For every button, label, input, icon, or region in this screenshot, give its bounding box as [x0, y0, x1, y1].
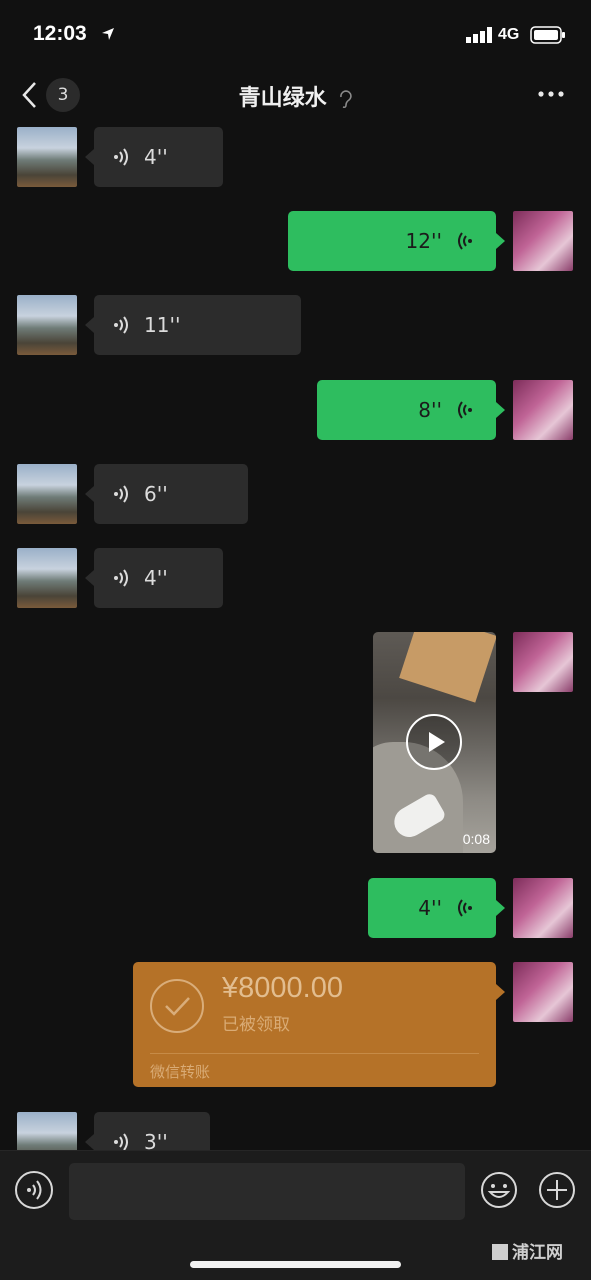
video-thumbnail-plate: [399, 632, 496, 703]
voice-wave-icon: [458, 899, 472, 917]
status-bar: 12:03 4G: [0, 0, 591, 70]
contact-avatar[interactable]: [17, 1112, 77, 1150]
voice-duration: 11'': [144, 313, 181, 337]
my-avatar[interactable]: [513, 878, 573, 938]
voice-wave-icon: [458, 401, 472, 419]
contact-avatar[interactable]: [17, 464, 77, 524]
contact-avatar[interactable]: [17, 127, 77, 187]
voice-message[interactable]: 4'': [85, 548, 223, 608]
voice-wave-icon: [114, 148, 128, 166]
voice-wave-icon: [458, 232, 472, 250]
check-icon: [165, 997, 190, 1016]
watermark-text: 浦江网: [512, 1243, 563, 1263]
video-duration: 0:08: [462, 831, 490, 847]
battery-icon: [530, 26, 565, 44]
chat-title: 青山绿水: [238, 86, 327, 111]
voice-wave-icon: [114, 569, 128, 587]
voice-duration: 12'': [405, 229, 442, 253]
nav-bar: 3 青山绿水: [0, 70, 591, 126]
voice-duration: 8'': [418, 398, 442, 422]
home-indicator[interactable]: [190, 1261, 401, 1268]
voice-message[interactable]: 4'': [368, 878, 505, 938]
voice-input-button[interactable]: [15, 1171, 53, 1209]
voice-message[interactable]: 4'': [85, 127, 223, 187]
my-avatar[interactable]: [513, 632, 573, 692]
plus-icon[interactable]: [538, 1171, 576, 1209]
transfer-message[interactable]: ¥8000.00 已被领取 微信转账: [133, 962, 505, 1087]
signal-icon: [466, 27, 492, 43]
voice-duration: 4'': [144, 566, 168, 590]
voice-wave-icon: [114, 1133, 128, 1150]
check-icon-ring: [150, 979, 204, 1033]
voice-message[interactable]: 12'': [288, 211, 505, 271]
ear-icon: [340, 90, 352, 109]
contact-avatar[interactable]: [17, 295, 77, 355]
voice-duration: 6'': [144, 482, 168, 506]
voice-wave-icon: [114, 485, 128, 503]
watermark: 浦江网: [492, 1238, 563, 1263]
transfer-divider: [150, 1053, 479, 1054]
more-icon[interactable]: [536, 88, 566, 100]
transfer-amount: ¥8000.00: [222, 972, 343, 1004]
play-icon[interactable]: [406, 714, 462, 770]
voice-message[interactable]: 6'': [85, 464, 248, 524]
chat-area[interactable]: 4'' 12'' 11'' 8'' 6'' 4'' 0:08 4'' ¥8000…: [0, 126, 591, 1150]
voice-duration: 4'': [418, 896, 442, 920]
chat-title-wrap: 青山绿水: [0, 80, 591, 112]
emoji-icon[interactable]: [480, 1171, 518, 1209]
transfer-label: 微信转账: [150, 1063, 211, 1081]
my-avatar[interactable]: [513, 962, 573, 1022]
contact-avatar[interactable]: [17, 548, 77, 608]
my-avatar[interactable]: [513, 380, 573, 440]
voice-wave-icon: [114, 316, 128, 334]
voice-duration: 3'': [144, 1130, 168, 1150]
network-type: 4G: [498, 26, 520, 43]
location-arrow-icon: [102, 28, 114, 40]
video-message[interactable]: 0:08: [373, 632, 496, 853]
watermark-logo-icon: [492, 1244, 508, 1260]
voice-message[interactable]: 8'': [317, 380, 505, 440]
message-input[interactable]: [69, 1163, 465, 1220]
voice-duration: 4'': [144, 145, 168, 169]
voice-message[interactable]: 3'': [85, 1112, 210, 1150]
voice-message[interactable]: 11'': [85, 295, 301, 355]
transfer-status: 已被领取: [222, 1015, 290, 1035]
my-avatar[interactable]: [513, 211, 573, 271]
status-time: 12:03: [33, 22, 87, 45]
voice-input-icon: [27, 1180, 42, 1200]
